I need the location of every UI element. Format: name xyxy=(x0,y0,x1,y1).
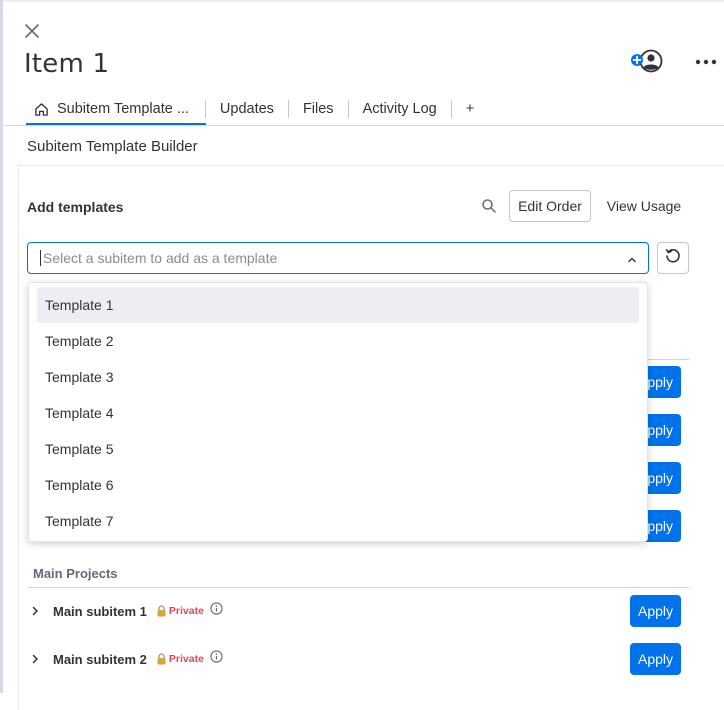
apply-button[interactable]: Apply xyxy=(630,595,681,627)
top-border xyxy=(0,0,724,2)
tab-divider xyxy=(450,100,452,118)
select-placeholder: Select a subitem to add as a template xyxy=(43,250,278,266)
tab-label: Subitem Template ... xyxy=(57,101,189,117)
section-title: Subitem Template Builder xyxy=(27,138,198,155)
template-dropdown-menu: Template 1 Template 2 Template 3 Templat… xyxy=(28,282,648,542)
more-dots-icon xyxy=(695,52,717,70)
tab-divider xyxy=(204,100,206,118)
list-item: Main subitem 2 Private Apply xyxy=(28,643,689,675)
subitem-select-input[interactable]: Select a subitem to add as a template xyxy=(27,242,649,274)
edit-order-button[interactable]: Edit Order xyxy=(509,190,591,222)
dropdown-option[interactable]: Template 4 xyxy=(37,395,639,431)
text-cursor xyxy=(40,250,41,266)
group-label: Main Projects xyxy=(33,566,118,581)
info-icon[interactable] xyxy=(210,601,223,615)
subitem-name: Main subitem 1 xyxy=(53,603,147,619)
privacy-badge: Private xyxy=(168,653,204,665)
item-title[interactable]: Item 1 xyxy=(24,49,109,79)
add-tab-button[interactable]: + xyxy=(458,96,482,122)
subitem-name: Main subitem 2 xyxy=(53,651,147,667)
home-icon xyxy=(34,102,49,117)
close-icon xyxy=(24,23,40,44)
apply-button[interactable]: Apply xyxy=(630,643,681,675)
chevron-right-icon[interactable] xyxy=(28,606,42,616)
lock-icon xyxy=(156,653,167,665)
tab-subitem-template[interactable]: Subitem Template ... xyxy=(26,96,199,122)
lock-icon xyxy=(156,605,167,617)
item-panel: Item 1 Subitem Template ... Updates File… xyxy=(0,0,724,710)
tab-activity-log[interactable]: Activity Log xyxy=(355,96,445,122)
add-templates-heading: Add templates xyxy=(27,199,124,215)
dropdown-option[interactable]: Template 3 xyxy=(37,359,639,395)
privacy-badge: Private xyxy=(168,605,204,617)
dropdown-option[interactable]: Template 2 xyxy=(37,323,639,359)
tab-updates[interactable]: Updates xyxy=(212,96,282,122)
tab-files[interactable]: Files xyxy=(295,96,342,122)
info-icon[interactable] xyxy=(210,649,223,663)
group-divider xyxy=(28,587,689,588)
tab-divider xyxy=(347,100,349,118)
dropdown-option[interactable]: Template 5 xyxy=(37,431,639,467)
list-item: Main subitem 1 Private Apply xyxy=(28,595,689,627)
more-options-button[interactable] xyxy=(692,50,720,72)
dropdown-option[interactable]: Template 1 xyxy=(37,287,639,323)
refresh-icon xyxy=(664,247,682,270)
left-border xyxy=(0,0,3,693)
tab-bar-divider xyxy=(3,125,724,126)
add-user-icon xyxy=(628,49,664,79)
search-icon[interactable] xyxy=(481,198,497,214)
dropdown-option[interactable]: Template 7 xyxy=(37,503,639,539)
tab-divider xyxy=(287,100,289,118)
refresh-button[interactable] xyxy=(657,242,689,274)
close-button[interactable] xyxy=(21,22,43,44)
dropdown-option[interactable]: Template 6 xyxy=(37,467,639,503)
chevron-right-icon[interactable] xyxy=(28,654,42,664)
add-subscriber-button[interactable] xyxy=(628,49,664,75)
view-usage-button[interactable]: View Usage xyxy=(598,190,690,222)
chevron-up-icon[interactable] xyxy=(626,253,638,265)
tab-bar: Subitem Template ... Updates Files Activ… xyxy=(26,92,482,126)
